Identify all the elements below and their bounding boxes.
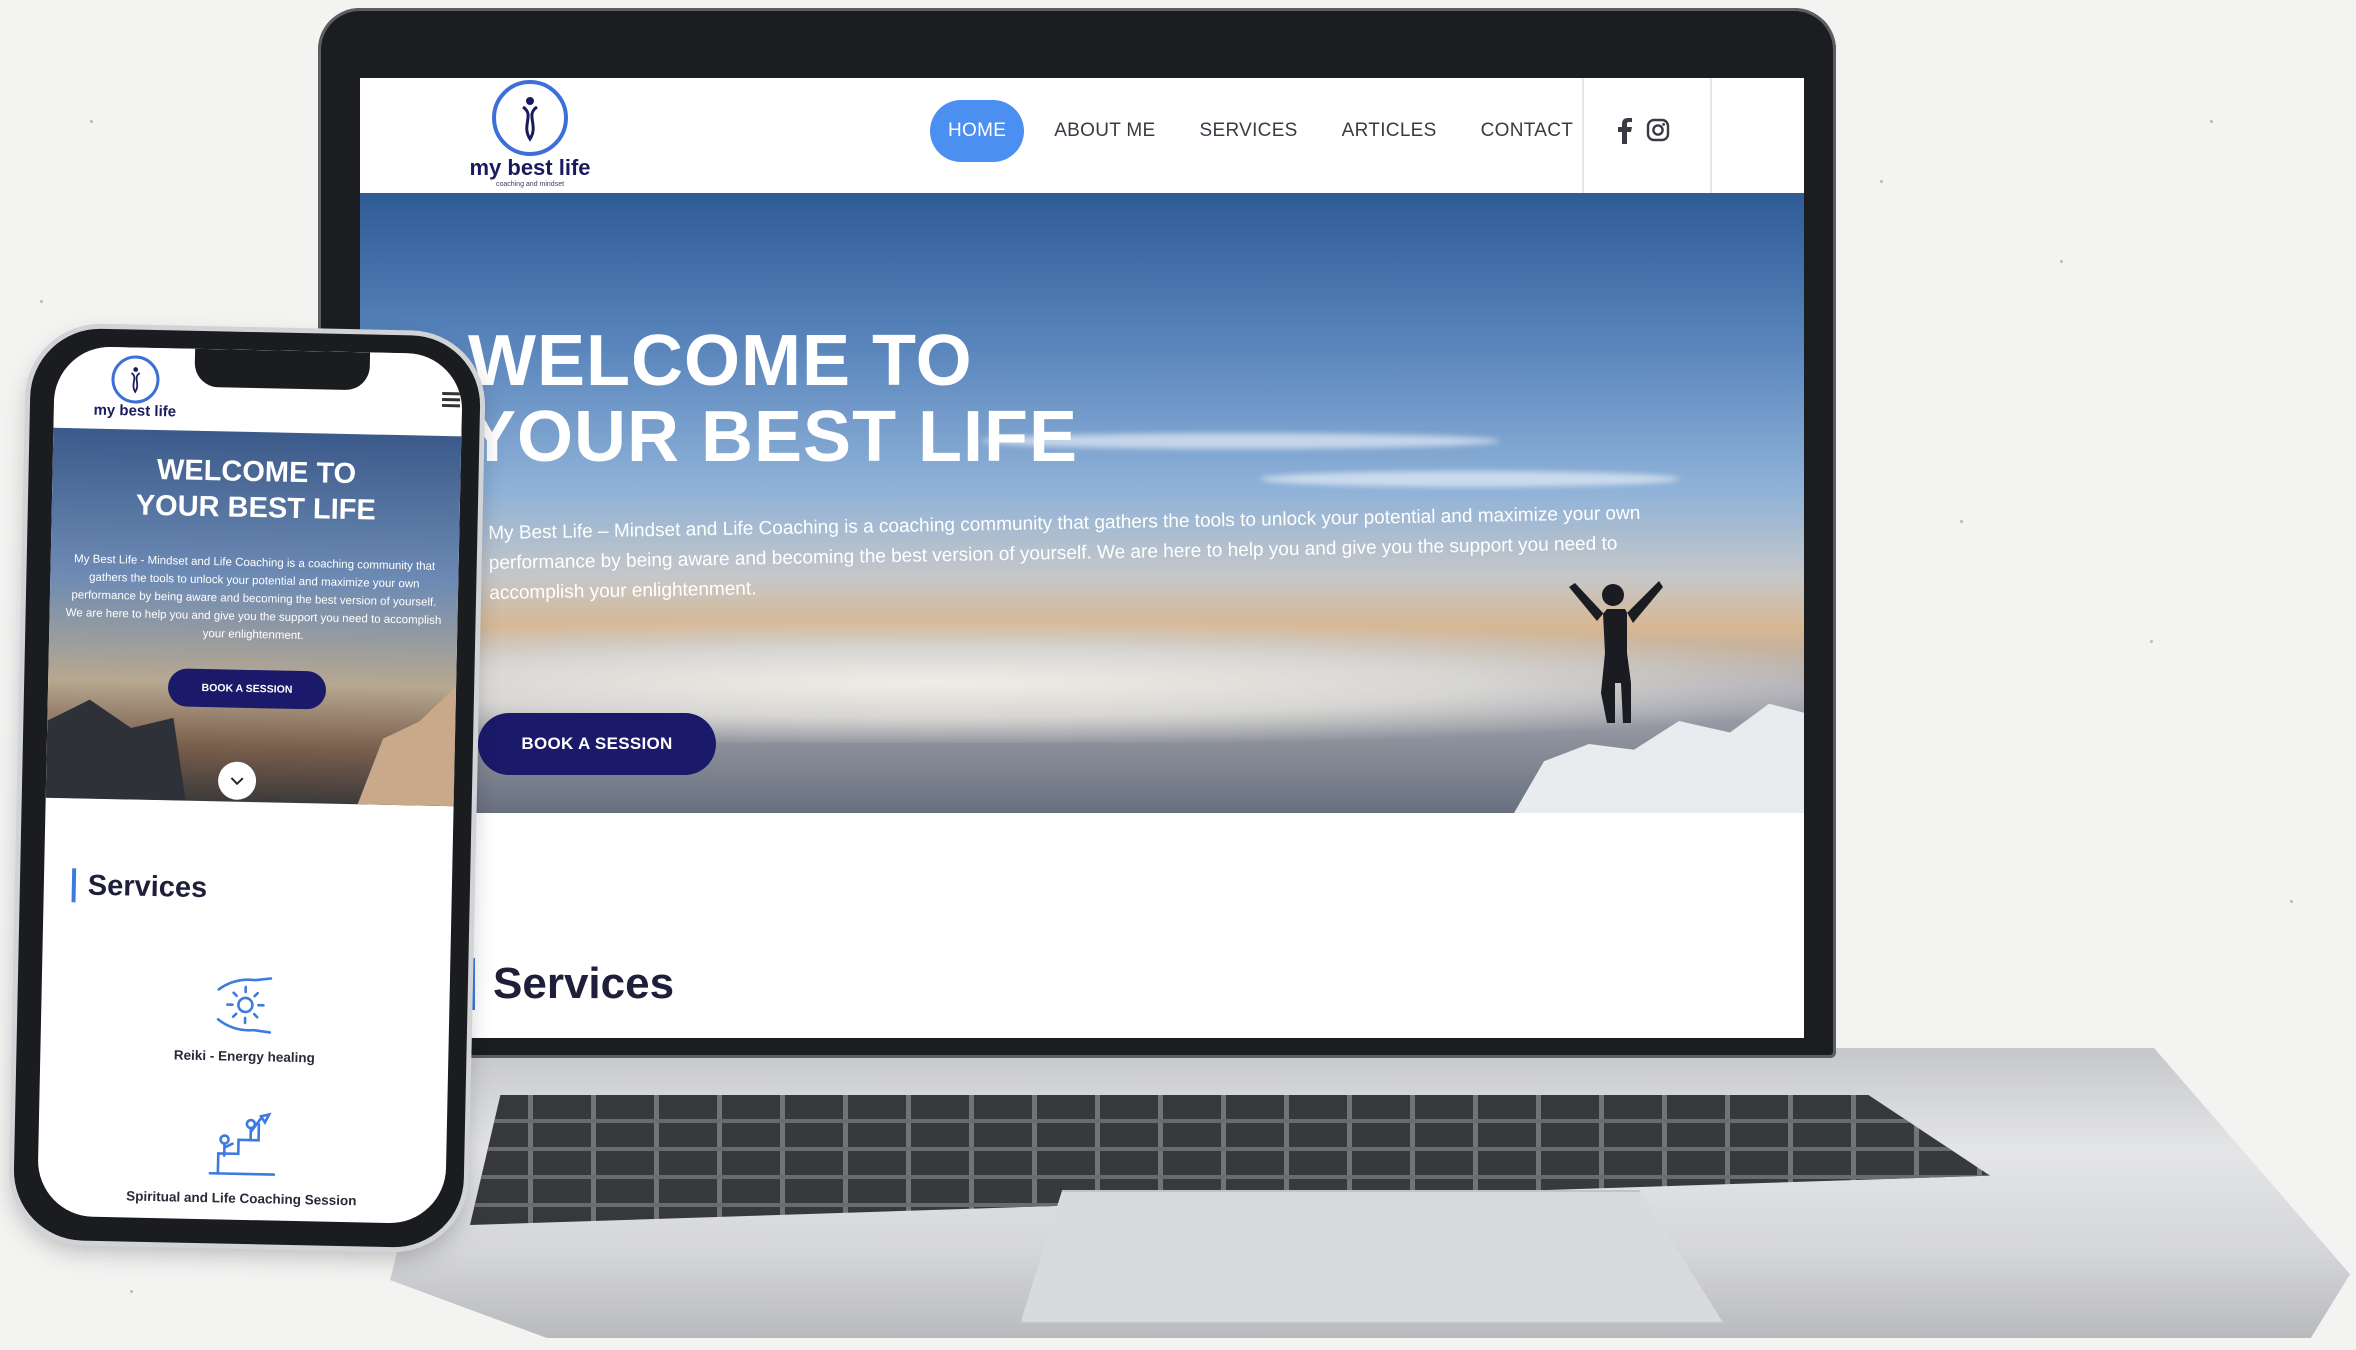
logo-emblem-icon: [492, 80, 568, 156]
services-title: Services: [493, 959, 675, 1008]
service-label-reiki: Reiki - Energy healing: [173, 1047, 315, 1066]
mobile-rock-right: [334, 684, 456, 806]
mobile-services-heading: Services: [71, 868, 208, 905]
hero-section: WELCOME TO YOUR BEST LIFE My Best Life –…: [360, 193, 1804, 813]
chevron-down-icon: [230, 776, 244, 785]
mobile-hero-title: WELCOME TO YOUR BEST LIFE: [51, 450, 460, 531]
service-item-coaching[interactable]: Spiritual and Life Coaching Session: [37, 1106, 447, 1211]
nav-articles[interactable]: ARTICLES: [1320, 100, 1459, 162]
mobile-hero-description: My Best Life - Mindset and Life Coaching…: [65, 553, 442, 643]
mobile-logo-text: my best life: [93, 401, 177, 421]
hiker-silhouette: [1569, 581, 1663, 723]
speckle: [2060, 260, 2063, 263]
nav-home[interactable]: HOME: [930, 100, 1025, 162]
mobile-logo[interactable]: my best life: [90, 355, 181, 421]
site-logo[interactable]: my best life coaching and mindset: [460, 80, 600, 190]
mobile-rock-left: [46, 688, 188, 801]
header-divider: [1582, 78, 1584, 193]
cloud-streak: [1260, 471, 1680, 487]
services-accent-bar: [470, 958, 475, 1010]
speckle: [1960, 520, 1963, 523]
header-divider: [1710, 78, 1712, 193]
mobile-hero: WELCOME TO YOUR BEST LIFE My Best Life -…: [45, 427, 462, 807]
mobile-title-line2: YOUR BEST LIFE: [135, 489, 377, 527]
coaching-climb-icon: [208, 1112, 276, 1176]
hero-title: WELCOME TO YOUR BEST LIFE: [468, 323, 1078, 475]
laptop-trackpad: [1020, 1190, 1724, 1324]
nav-contact[interactable]: CONTACT: [1459, 100, 1596, 162]
logo-text: my best life: [469, 155, 591, 180]
services-heading: Services: [470, 958, 674, 1010]
phone-screen: my best life WELCOME TO YOUR BEST LIFE M…: [36, 345, 464, 1225]
hero-description: My Best Life – Mindset and Life Coaching…: [488, 502, 1641, 604]
book-session-button[interactable]: BOOK A SESSION: [478, 713, 716, 775]
hero-title-line1: WELCOME TO: [468, 321, 973, 401]
logo-tagline: coaching and mindset: [495, 181, 565, 188]
nav-services[interactable]: SERVICES: [1178, 100, 1320, 162]
instagram-icon[interactable]: [1646, 118, 1670, 149]
social-links: [1618, 118, 1670, 149]
speckle: [90, 120, 93, 123]
mobile-scroll-down-button[interactable]: [217, 761, 257, 801]
speckle: [130, 1290, 133, 1293]
mobile-book-session-button[interactable]: BOOK A SESSION: [167, 668, 327, 710]
facebook-icon[interactable]: [1618, 118, 1632, 149]
phone-notch: [194, 348, 371, 391]
mobile-services-accent-bar: [71, 868, 77, 903]
speckle: [2150, 640, 2153, 643]
nav-about-me[interactable]: ABOUT ME: [1032, 100, 1177, 162]
speckle: [40, 300, 43, 303]
speckle: [2290, 900, 2293, 903]
site-header: my best life coaching and mindset HOME A…: [360, 78, 1804, 193]
logo-emblem-icon: [110, 355, 160, 405]
service-label-coaching: Spiritual and Life Coaching Session: [126, 1188, 357, 1209]
main-nav: HOME ABOUT ME SERVICES ARTICLES CONTACT: [930, 100, 1595, 162]
hero-title-line2: YOUR BEST LIFE: [468, 397, 1079, 477]
service-item-reiki[interactable]: Reiki - Energy healing: [40, 968, 450, 1069]
mobile-services-title: Services: [87, 869, 208, 904]
mobile-title-line1: WELCOME TO: [156, 453, 357, 491]
healing-hands-icon: [216, 977, 273, 1034]
speckle: [1880, 180, 1883, 183]
speckle: [2210, 120, 2213, 123]
laptop-screen: my best life coaching and mindset HOME A…: [360, 78, 1804, 1038]
hamburger-menu-icon[interactable]: [441, 391, 461, 410]
